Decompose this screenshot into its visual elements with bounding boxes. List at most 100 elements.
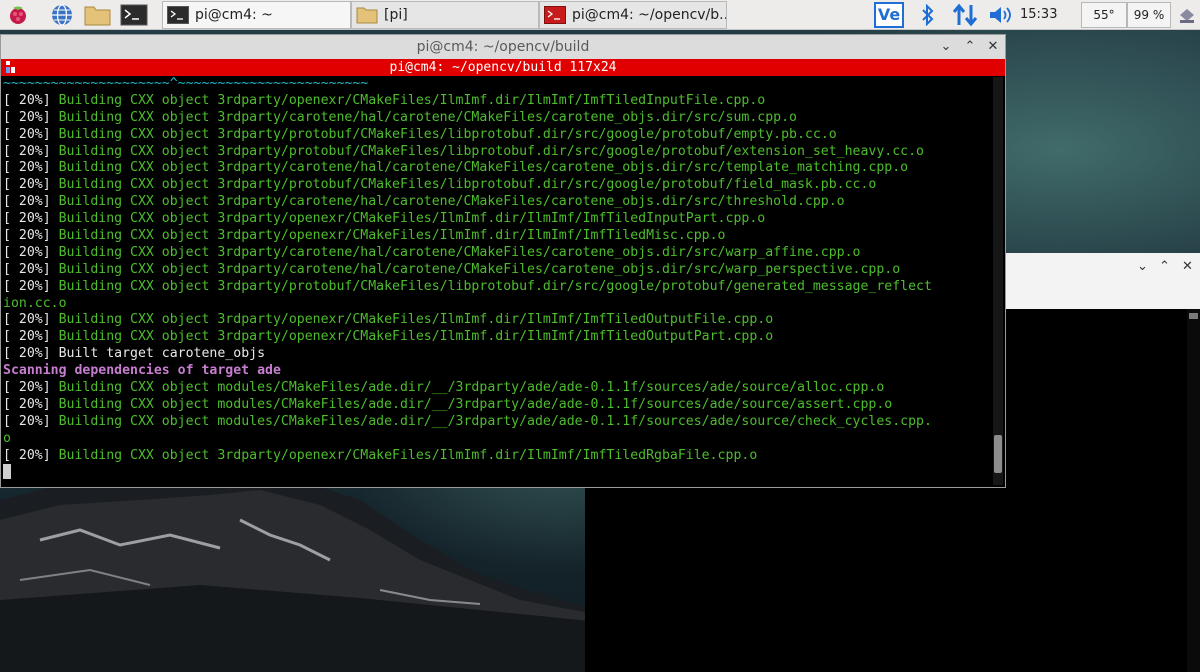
build-step-text: Building CXX object modules/CMakeFiles/a…	[58, 413, 932, 429]
taskbar-task-terminal-opencv[interactable]: pi@cm4: ~/opencv/b...	[539, 1, 727, 29]
build-step-text: Building CXX object 3rdparty/carotene/ha…	[58, 194, 845, 210]
build-step-text: Building CXX object 3rdparty/openexr/CMa…	[58, 92, 766, 108]
cpu-temperature[interactable]: 55°	[1081, 2, 1127, 28]
terminal-line: [ 20%] Building CXX object 3rdparty/prot…	[3, 279, 991, 296]
minimize-icon[interactable]: ⌄	[937, 37, 955, 57]
raspberry-menu-icon[interactable]	[4, 2, 32, 28]
terminal-window[interactable]: pi@cm4: ~/opencv/build ⌄ ⌃ ✕ pi@cm4: ~/o…	[0, 34, 1006, 488]
network-icon[interactable]	[950, 0, 980, 30]
build-step-text: Building CXX object 3rdparty/openexr/CMa…	[58, 228, 726, 244]
progress-percent: [ 20%]	[3, 312, 59, 328]
background-terminal-scrollbar[interactable]	[1187, 309, 1200, 672]
close-icon[interactable]: ✕	[1182, 259, 1193, 274]
build-step-text: Building CXX object 3rdparty/protobuf/CM…	[58, 278, 932, 294]
terminal-line: ion.cc.o	[3, 295, 67, 311]
build-step-text: Building CXX object modules/CMakeFiles/a…	[58, 396, 893, 412]
build-step-text: Building CXX object 3rdparty/protobuf/CM…	[58, 126, 837, 142]
build-step-text: Building CXX object 3rdparty/protobuf/CM…	[58, 143, 924, 159]
progress-percent: [ 20%]	[3, 380, 59, 396]
terminal-line: [ 20%] Building CXX object 3rdparty/prot…	[3, 144, 991, 161]
progress-percent: [ 20%]	[3, 109, 59, 125]
task-label: pi@cm4: ~	[195, 7, 273, 23]
progress-percent: [ 20%]	[3, 228, 59, 244]
background-terminal-titlebar-buttons	[1005, 253, 1200, 309]
terminal-output[interactable]: ~~~~~~~~~~~~~~~~~~~~~^~~~~~~~~~~~~~~~~~~…	[3, 76, 991, 486]
terminal-line	[3, 464, 991, 481]
terminal-line: [ 20%] Built target carotene_objs	[3, 346, 991, 363]
progress-percent: [ 20%]	[3, 177, 59, 193]
folder-icon	[356, 7, 378, 24]
terminal-line: [ 20%] Building CXX object 3rdparty/caro…	[3, 194, 991, 211]
terminal-line: [ 20%] Building CXX object 3rdparty/caro…	[3, 245, 991, 262]
terminal-line: [ 20%] Building CXX object 3rdparty/prot…	[3, 127, 991, 144]
bluetooth-icon[interactable]	[916, 0, 940, 30]
minimize-icon[interactable]: ⌄	[1137, 259, 1148, 274]
build-step-text: Building CXX object 3rdparty/openexr/CMa…	[58, 447, 758, 463]
progress-percent: [ 20%]	[3, 211, 59, 227]
progress-percent: [ 20%]	[3, 413, 59, 429]
terminal-line: [ 20%] Building CXX object 3rdparty/open…	[3, 448, 991, 465]
task-label: [pi]	[384, 7, 408, 23]
progress-percent: [ 20%]	[3, 329, 59, 345]
terminal-line: [ 20%] Building CXX object 3rdparty/open…	[3, 312, 991, 329]
terminal-line: [ 20%] Building CXX object modules/CMake…	[3, 414, 991, 431]
progress-percent: [ 20%]	[3, 278, 59, 294]
file-manager-icon[interactable]	[84, 2, 112, 28]
build-step-text: Building CXX object 3rdparty/carotene/ha…	[58, 109, 797, 125]
web-browser-icon[interactable]	[48, 2, 76, 28]
progress-percent: [ 20%]	[3, 143, 59, 159]
build-step-text: Building CXX object 3rdparty/carotene/ha…	[58, 261, 901, 277]
terminal-launcher-icon[interactable]	[120, 2, 148, 28]
terminal-menu-icon[interactable]	[6, 61, 16, 73]
maximize-icon[interactable]: ⌃	[961, 37, 979, 57]
terminal-line: [ 20%] Building CXX object 3rdparty/caro…	[3, 160, 991, 177]
top-panel: pi@cm4: ~ [pi] pi@cm4: ~/opencv/b... Ve …	[0, 0, 1200, 30]
window-titlebar[interactable]: pi@cm4: ~/opencv/build	[1, 35, 1005, 59]
terminal-scrollbar[interactable]	[993, 77, 1003, 485]
progress-percent: [ 20%]	[3, 244, 59, 260]
taskbar-task-file-manager[interactable]: [pi]	[351, 1, 539, 29]
terminal-line: o	[3, 430, 11, 446]
build-step-text: Building CXX object 3rdparty/openexr/CMa…	[58, 312, 774, 328]
terminal-line: [ 20%] Building CXX object 3rdparty/open…	[3, 329, 991, 346]
window-title: pi@cm4: ~/opencv/build	[416, 39, 590, 55]
maximize-icon[interactable]: ⌃	[1159, 259, 1170, 274]
taskbar-task-terminal-home[interactable]: pi@cm4: ~	[162, 1, 351, 29]
terminal-cursor	[3, 464, 11, 480]
built-target-text: Built target carotene_objs	[58, 346, 266, 362]
terminal-line: [ 20%] Building CXX object 3rdparty/prot…	[3, 177, 991, 194]
terminal-line: [ 20%] Building CXX object modules/CMake…	[3, 380, 991, 397]
build-step-text: Building CXX object 3rdparty/openexr/CMa…	[58, 211, 766, 227]
vnc-icon[interactable]: Ve	[872, 0, 906, 30]
terminal-scroll-thumb[interactable]	[994, 435, 1002, 473]
terminal-line: [ 20%] Building CXX object 3rdparty/open…	[3, 93, 991, 110]
close-icon[interactable]: ✕	[984, 37, 1002, 57]
volume-icon[interactable]	[986, 0, 1016, 30]
build-step-text: Building CXX object 3rdparty/carotene/ha…	[58, 244, 861, 260]
terminal-line: [ 20%] Building CXX object 3rdparty/caro…	[3, 110, 991, 127]
terminal-line: [ 20%] Building CXX object modules/CMake…	[3, 397, 991, 414]
terminal-header-text: pi@cm4: ~/opencv/build 117x24	[389, 60, 617, 75]
background-terminal-scroll-thumb[interactable]	[1189, 313, 1198, 319]
build-step-text: Building CXX object 3rdparty/carotene/ha…	[58, 160, 909, 176]
terminal-line: [ 20%] Building CXX object 3rdparty/caro…	[3, 262, 991, 279]
terminal-icon	[167, 6, 189, 24]
build-step-text: Building CXX object 3rdparty/protobuf/CM…	[58, 177, 877, 193]
clock[interactable]: 15:33	[1020, 7, 1057, 22]
progress-percent: [ 20%]	[3, 194, 59, 210]
terminal-header-bar: pi@cm4: ~/opencv/build 117x24	[1, 59, 1005, 76]
progress-percent: [ 20%]	[3, 346, 59, 362]
terminal-line: [ 20%] Building CXX object 3rdparty/open…	[3, 228, 991, 245]
progress-percent: [ 20%]	[3, 447, 59, 463]
vnc-label: Ve	[874, 2, 904, 28]
terminal-line: ~~~~~~~~~~~~~~~~~~~~~^~~~~~~~~~~~~~~~~~~…	[3, 76, 369, 91]
eject-drive-icon[interactable]	[1175, 0, 1199, 30]
progress-percent: [ 20%]	[3, 160, 59, 176]
progress-percent: [ 20%]	[3, 92, 59, 108]
progress-percent: [ 20%]	[3, 126, 59, 142]
cpu-usage[interactable]: 99 %	[1127, 2, 1171, 28]
progress-percent: [ 20%]	[3, 396, 59, 412]
terminal-line: [ 20%] Building CXX object 3rdparty/open…	[3, 211, 991, 228]
build-step-text: Building CXX object 3rdparty/openexr/CMa…	[58, 329, 774, 345]
task-label: pi@cm4: ~/opencv/b...	[572, 7, 727, 23]
